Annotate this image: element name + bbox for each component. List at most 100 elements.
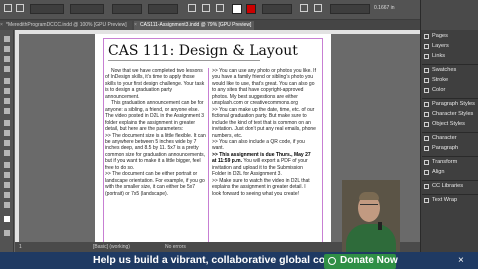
width-field[interactable] (112, 4, 142, 14)
transform-icon (424, 160, 429, 165)
text-column-left[interactable]: Now that we have completed two lessons o… (105, 68, 206, 197)
paragraph: Now that we have completed two lessons o… (105, 68, 205, 100)
panel-label: Text Wrap (432, 197, 458, 203)
pen-tool-icon[interactable] (4, 98, 10, 104)
panel-layers[interactable]: Layers (422, 42, 478, 52)
hand-tool-icon[interactable] (4, 192, 10, 198)
panel-align[interactable]: Align (422, 168, 478, 178)
fill-swatch[interactable] (232, 4, 242, 14)
y-position-field[interactable] (70, 4, 104, 14)
free-transform-tool-icon[interactable] (4, 150, 10, 156)
type-tool-icon[interactable] (4, 78, 10, 84)
page-tool-icon[interactable] (4, 56, 10, 62)
height-field[interactable] (148, 4, 178, 14)
zoom-value: 0.1667 in (374, 5, 395, 11)
tab-label: CAS111-Assignment3.indd @ 79% [GPU Previ… (140, 22, 252, 28)
panel-label: Object Styles (432, 121, 465, 127)
panel-cc-libraries[interactable]: CC Libraries (422, 182, 478, 192)
presenter-glasses (360, 204, 378, 208)
gradient-tool-icon[interactable] (4, 162, 10, 168)
panel-swatches[interactable]: Swatches (422, 66, 478, 76)
paragraph: >> The document can be either portrait o… (105, 171, 205, 197)
close-tab-icon[interactable]: × (0, 21, 3, 30)
panel-text-wrap[interactable]: Text Wrap (422, 196, 478, 206)
direct-selection-tool-icon[interactable] (4, 46, 10, 52)
panel-object-styles[interactable]: Object Styles (422, 120, 478, 130)
paragraph: This graduation announcement can be for … (105, 100, 205, 133)
selection-tool-icon[interactable] (4, 36, 10, 42)
paragraph-styles-icon (424, 102, 429, 107)
links-icon (424, 54, 429, 59)
panel-label: Pages (432, 33, 448, 39)
document-page[interactable]: CAS 111: Design & Layout Now that we hav… (95, 34, 331, 242)
note-tool-icon[interactable] (4, 172, 10, 178)
character-icon (424, 136, 429, 141)
opacity-icon[interactable] (314, 4, 322, 12)
flip-icon[interactable] (216, 4, 224, 12)
panel-label: Paragraph Styles (432, 101, 475, 107)
stroke-swatch[interactable] (246, 4, 256, 14)
tools-panel (0, 30, 14, 269)
gap-tool-icon[interactable] (4, 66, 10, 72)
page-title[interactable]: CAS 111: Design & Layout (108, 43, 298, 61)
panel-transform[interactable]: Transform (422, 158, 478, 168)
color-icon (424, 88, 429, 93)
margin-guide (103, 38, 323, 39)
x-position-field[interactable] (30, 4, 64, 14)
banner-message: Help us build a vibrant, collaborative g… (93, 254, 363, 266)
panel-links[interactable]: Links (422, 52, 478, 62)
rectangle-frame-tool-icon[interactable] (4, 120, 10, 126)
reference-point-icon[interactable] (16, 4, 24, 12)
rectangle-tool-icon[interactable] (4, 130, 10, 136)
paragraph: >> Make sure to watch the video in D2L t… (212, 177, 310, 197)
stroke-weight-field[interactable] (262, 4, 292, 14)
scissors-tool-icon[interactable] (4, 140, 10, 146)
tab-assignment3[interactable]: × CAS111-Assignment3.indd @ 79% [GPU Pre… (134, 21, 254, 30)
panel-stroke[interactable]: Stroke (422, 76, 478, 86)
panel-paragraph[interactable]: Paragraph (422, 144, 478, 154)
panel-label: Paragraph (432, 145, 459, 151)
panel-separator (422, 180, 478, 181)
panel-pages[interactable]: Pages (422, 32, 478, 42)
panel-label: Color (432, 87, 446, 93)
workspace-switcher[interactable] (421, 0, 478, 30)
tab-label: *MeredithProgramDCCC.indd @ 100% [GPU Pr… (6, 22, 127, 28)
presenter-shirt (346, 224, 396, 252)
pencil-tool-icon[interactable] (4, 108, 10, 114)
swatches-icon (424, 68, 429, 73)
paragraph: >> The document size is a little flexibl… (105, 132, 206, 171)
shear-icon[interactable] (202, 4, 210, 12)
zoom-tool-icon[interactable] (4, 202, 10, 208)
panel-character[interactable]: Character (422, 134, 478, 144)
vertical-ruler[interactable] (15, 30, 19, 242)
tab-meredith-program[interactable]: × *MeredithProgramDCCC.indd @ 100% [GPU … (0, 21, 132, 30)
close-icon[interactable]: × (458, 255, 464, 266)
character-styles-icon (424, 112, 429, 117)
close-tab-icon[interactable]: × (134, 21, 137, 30)
text-column-right[interactable]: >> You can use any photo or photos you l… (212, 68, 316, 197)
title-text: CAS 111: Design & Layout (108, 43, 298, 59)
align-icon (424, 170, 429, 175)
webcam-overlay (342, 180, 400, 252)
working-style[interactable]: [Basic] (working) (93, 244, 130, 250)
page-number[interactable]: 1 (19, 244, 22, 250)
cc-libraries-icon (424, 184, 429, 189)
panel-label: Align (432, 169, 445, 175)
frame-fitting-field[interactable] (330, 4, 370, 14)
eyedropper-tool-icon[interactable] (4, 182, 10, 188)
selection-tool-icon[interactable] (4, 4, 12, 12)
panel-label: Character (432, 135, 457, 141)
panel-paragraph-styles[interactable]: Paragraph Styles (422, 100, 478, 110)
preflight-status[interactable]: No errors (165, 244, 186, 250)
panel-separator (422, 156, 478, 157)
screen-mode-icon[interactable] (4, 230, 10, 236)
panel-color[interactable]: Color (422, 86, 478, 96)
margin-guide (103, 38, 104, 242)
donate-button[interactable]: Donate Now (324, 254, 398, 269)
rotate-icon[interactable] (188, 4, 196, 12)
effects-icon[interactable] (300, 4, 308, 12)
line-tool-icon[interactable] (4, 88, 10, 94)
panel-character-styles[interactable]: Character Styles (422, 110, 478, 120)
fill-stroke-icon[interactable] (4, 216, 10, 222)
microphone-icon (378, 222, 382, 230)
